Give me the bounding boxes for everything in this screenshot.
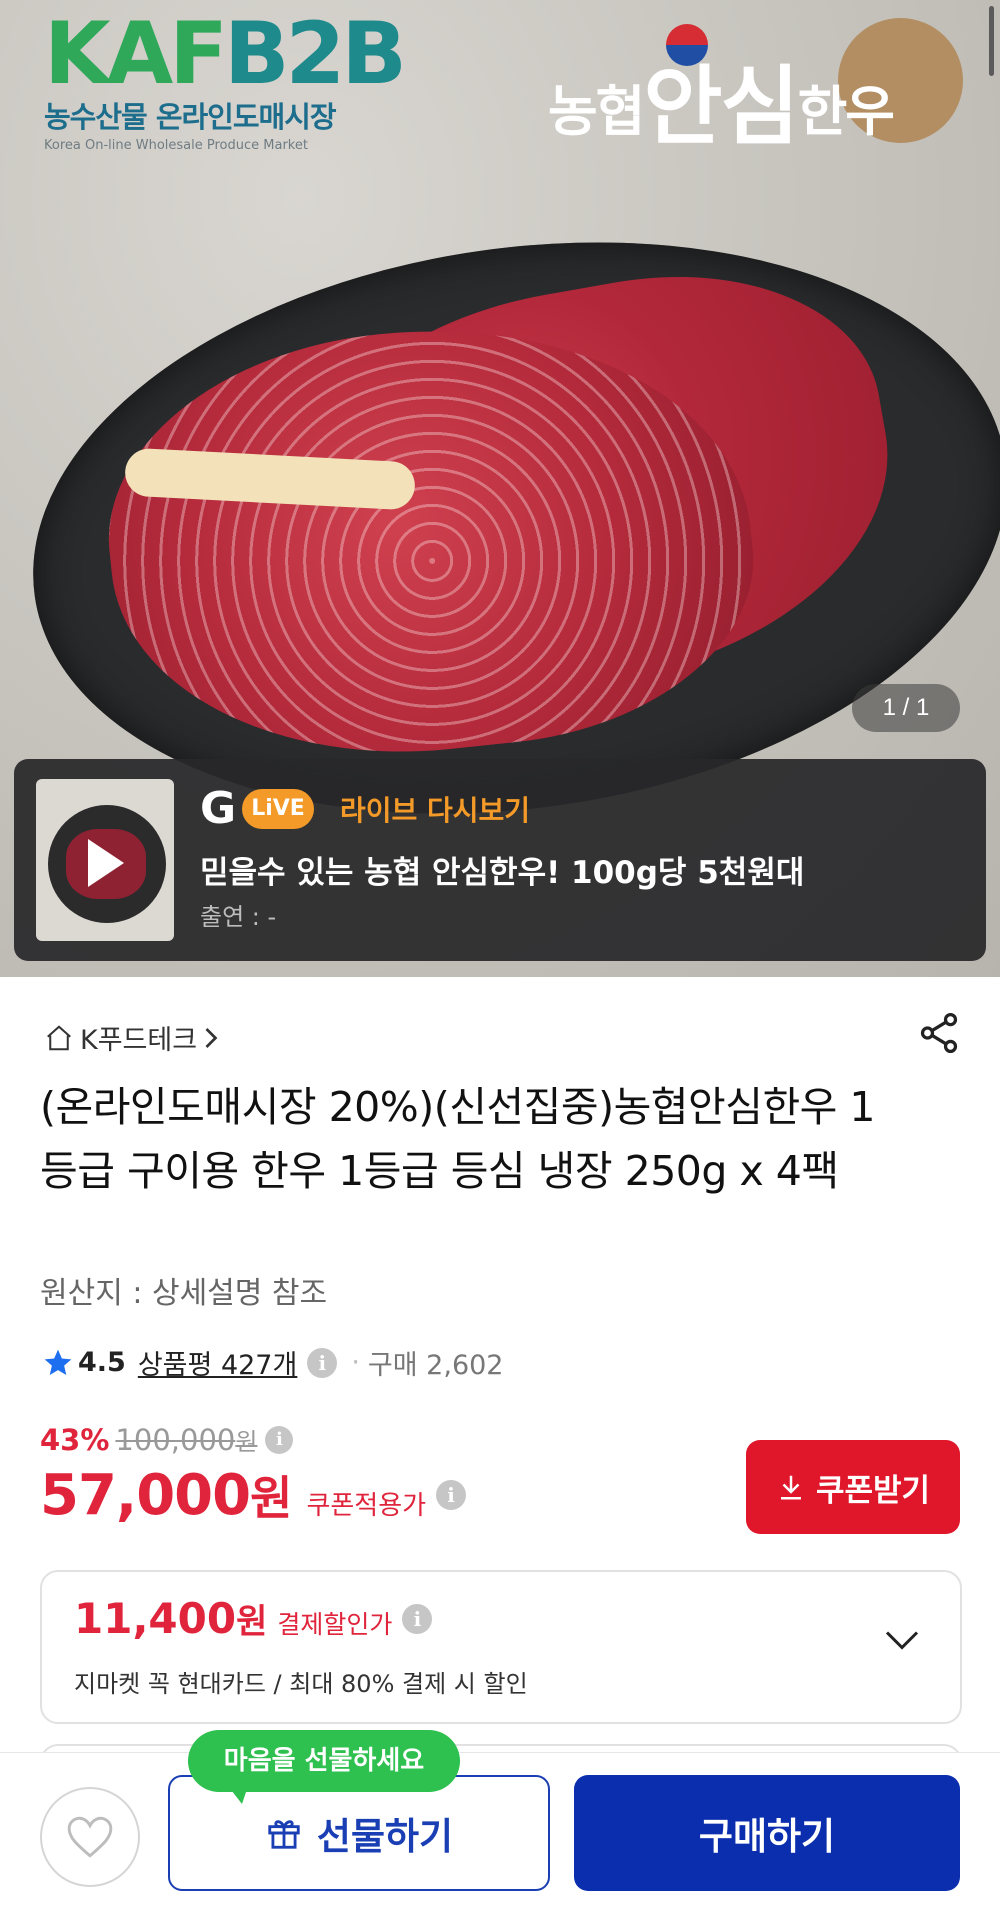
original-price: 100,000원: [115, 1423, 258, 1457]
nh-hanwoo-logo: 농협안심한우: [548, 18, 968, 157]
rating-row: 4.5 상품평 427개 i · 구매 2,602: [42, 1343, 503, 1382]
download-icon: [780, 1475, 801, 1500]
live-cast: 출연 : -: [200, 903, 277, 931]
share-button[interactable]: [916, 1010, 962, 1060]
product-title: (온라인도매시장 20%)(신선집중)농협안심한우 1등급 구이용 한우 1등급…: [40, 1083, 876, 1195]
gift-icon: [268, 1820, 300, 1849]
origin-info: 원산지 : 상세설명 참조: [40, 1276, 328, 1311]
gift-button[interactable]: 선물하기: [168, 1775, 550, 1891]
buy-button[interactable]: 구매하기: [574, 1775, 960, 1891]
purchase-count: 구매 2,602: [367, 1350, 504, 1381]
info-icon[interactable]: i: [402, 1603, 433, 1634]
image-page-indicator: 1 / 1: [852, 684, 960, 732]
coupon-price-label: 쿠폰적용가: [306, 1491, 427, 1521]
heart-icon: [67, 1816, 113, 1858]
gift-tooltip-bubble: 마음을 선물하세요: [188, 1730, 460, 1792]
card-discount-box[interactable]: 11,400 원 결제할인가 i 지마켓 꼭 현대카드 / 최대 80% 결제 …: [40, 1570, 962, 1724]
scrollbar[interactable]: [989, 6, 994, 76]
share-icon: [920, 1012, 958, 1054]
kafb2b-logo: KAFB2B 농수산물 온라인도매시장 Korea On-line Wholes…: [44, 4, 407, 153]
home-icon: [47, 1024, 71, 1050]
get-coupon-button[interactable]: 쿠폰받기: [746, 1440, 960, 1534]
card-discount-price: 11,400: [74, 1594, 237, 1643]
review-count-link[interactable]: 상품평 427개: [138, 1343, 297, 1382]
glive-logo: G LiVE: [200, 785, 314, 833]
sale-price: 57,000: [40, 1463, 251, 1528]
wishlist-button[interactable]: [40, 1787, 140, 1887]
chevron-right-icon: [205, 1027, 218, 1048]
card-discount-desc: 지마켓 꼭 현대카드 / 최대 80% 결제 시 할인: [74, 1670, 528, 1698]
star-icon: [44, 1349, 72, 1375]
original-price-row: 43% 100,000원 i: [40, 1422, 294, 1457]
card-discount-label: 결제할인가: [277, 1610, 393, 1639]
gift-tooltip-tail: [228, 1786, 248, 1804]
info-icon[interactable]: i: [265, 1425, 294, 1454]
discount-rate: 43%: [40, 1422, 110, 1457]
info-icon[interactable]: i: [436, 1480, 467, 1510]
chevron-down-icon[interactable]: [884, 1628, 920, 1652]
live-thumbnail[interactable]: [36, 779, 174, 941]
info-icon[interactable]: i: [307, 1347, 338, 1378]
live-replay-label: 라이브 다시보기: [340, 794, 531, 827]
bottom-action-bar: 선물하기 구매하기: [0, 1752, 1000, 1916]
store-link[interactable]: K푸드테크: [44, 1018, 219, 1057]
live-title: 믿을수 있는 농협 안심한우! 100g당 5천원대: [200, 855, 805, 891]
rating-score: 4.5: [78, 1347, 126, 1378]
sale-price-row: 57,000 원 쿠폰적용가 i: [40, 1462, 467, 1528]
live-replay-banner[interactable]: G LiVE 라이브 다시보기 믿을수 있는 농협 안심한우! 100g당 5천…: [14, 759, 986, 961]
play-icon: [88, 839, 124, 887]
